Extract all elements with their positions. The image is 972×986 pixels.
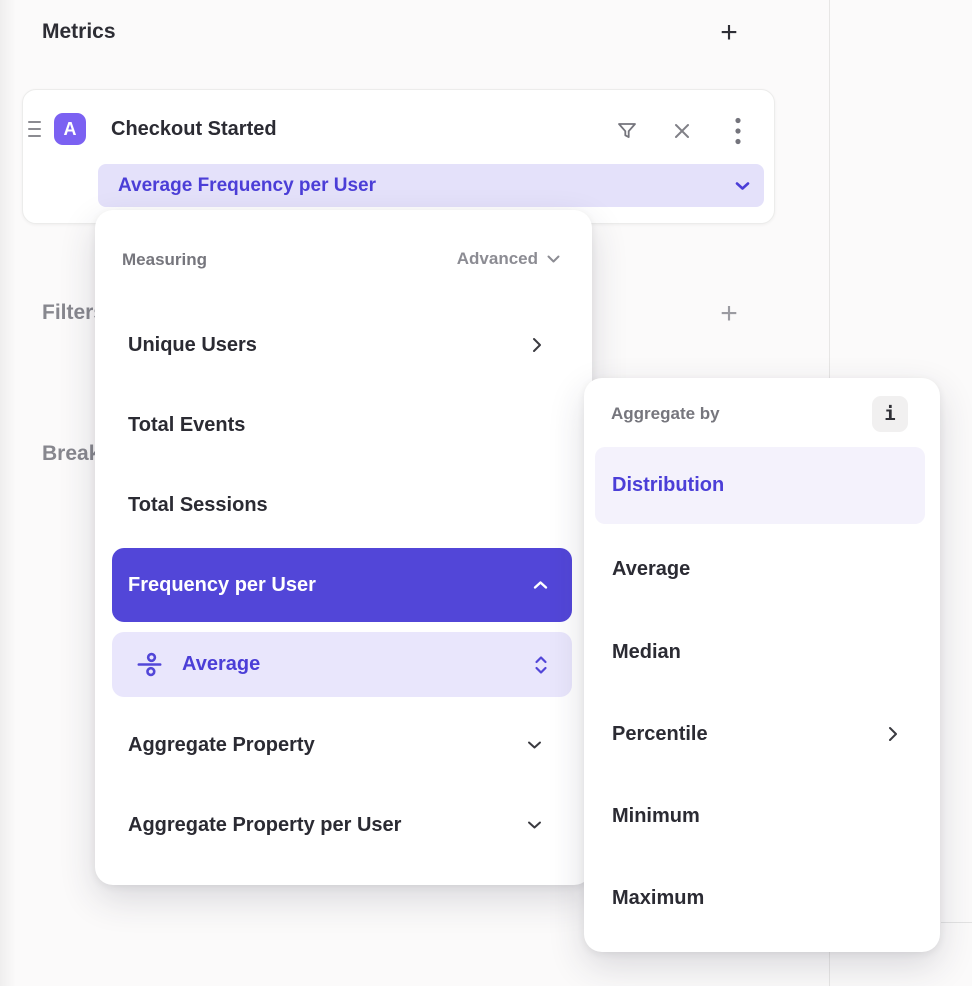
menu-item-label: Maximum [612, 887, 704, 910]
aggregate-by-label: Aggregate by [611, 404, 720, 424]
menu-item-label: Unique Users [128, 334, 257, 357]
menu-item-minimum[interactable]: Minimum [612, 801, 898, 831]
measuring-label: Measuring [122, 250, 207, 270]
menu-item-label: Average [182, 653, 260, 676]
chevron-down-icon [527, 820, 542, 830]
measurement-value: Average Frequency per User [118, 175, 376, 197]
menu-item-aggregate-property[interactable]: Aggregate Property [128, 725, 542, 765]
menu-item-percentile[interactable]: Percentile [612, 719, 898, 749]
metric-card: A Checkout Started Average Frequency per… [22, 89, 775, 224]
menu-item-maximum[interactable]: Maximum [612, 883, 898, 913]
menu-item-total-events[interactable]: Total Events [128, 410, 542, 440]
chevron-right-icon [888, 726, 898, 742]
menu-item-unique-users[interactable]: Unique Users [128, 330, 542, 360]
menu-item-label: Aggregate Property [128, 734, 315, 757]
left-edge-shadow [0, 0, 16, 986]
remove-metric-icon[interactable] [668, 117, 696, 145]
menu-item-label: Distribution [612, 474, 724, 497]
menu-item-label: Total Events [128, 414, 245, 437]
menu-item-label: Percentile [612, 723, 708, 746]
measurement-dropdown[interactable]: Average Frequency per User [98, 164, 764, 207]
metrics-section-title: Metrics [42, 20, 116, 44]
menu-item-average[interactable]: Average [612, 554, 898, 584]
drag-handle-icon[interactable] [28, 121, 42, 137]
info-icon[interactable]: i [872, 396, 908, 432]
add-metric-button[interactable]: + [714, 18, 744, 48]
menu-item-label: Frequency per User [128, 574, 316, 597]
menu-item-label: Total Sessions [128, 494, 268, 517]
menu-item-median[interactable]: Median [612, 637, 898, 667]
menu-item-average-aggregation[interactable]: Average [112, 632, 572, 697]
add-filter-button[interactable]: + [714, 299, 744, 329]
chevron-right-icon [532, 337, 542, 353]
menu-item-frequency-per-user[interactable]: Frequency per User [112, 548, 572, 622]
chevron-down-icon [527, 740, 542, 750]
average-icon [136, 651, 163, 678]
menu-item-total-sessions[interactable]: Total Sessions [128, 490, 542, 520]
chevron-down-icon [735, 181, 750, 191]
menu-item-label: Minimum [612, 805, 700, 828]
filter-icon[interactable] [613, 117, 641, 145]
chart-gridline [941, 922, 972, 923]
menu-item-distribution[interactable]: Distribution [595, 447, 925, 524]
unfold-icon [534, 655, 548, 675]
event-name[interactable]: Checkout Started [111, 113, 277, 145]
menu-item-label: Aggregate Property per User [128, 814, 401, 837]
measuring-menu: Measuring Advanced Unique Users Total Ev… [95, 210, 592, 885]
chevron-up-icon [533, 580, 548, 590]
menu-item-aggregate-property-per-user[interactable]: Aggregate Property per User [128, 805, 542, 845]
series-badge: A [54, 113, 86, 145]
aggregate-by-menu: Aggregate by i Distribution Average Medi… [584, 378, 940, 952]
metrics-builder-screen: Metrics + Filters + Breakdowns A Checkou… [0, 0, 972, 986]
menu-item-label: Average [612, 558, 690, 581]
chevron-down-icon [547, 255, 560, 264]
advanced-mode-select[interactable]: Advanced [457, 249, 560, 269]
advanced-mode-label: Advanced [457, 249, 538, 269]
menu-item-label: Median [612, 641, 681, 664]
more-options-icon[interactable] [724, 117, 752, 145]
